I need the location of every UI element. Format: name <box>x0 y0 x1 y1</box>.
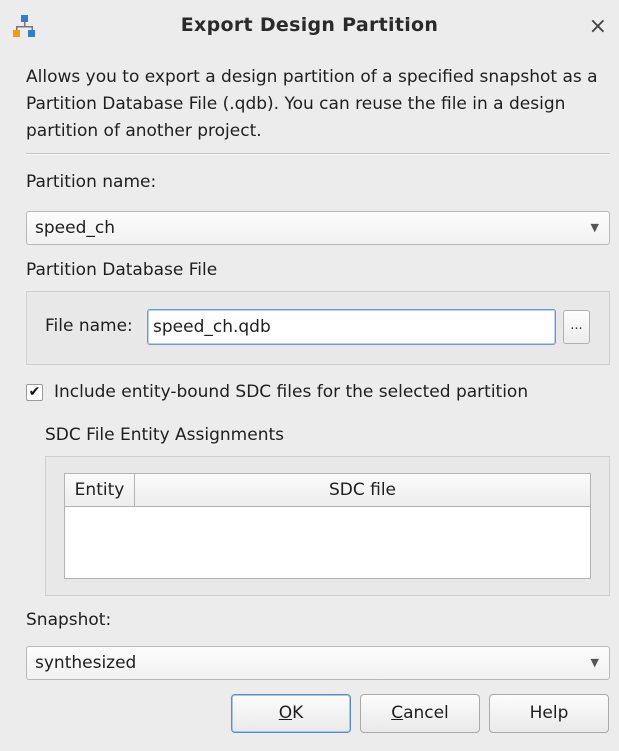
help-button[interactable]: Help <box>489 694 609 733</box>
partition-name-dropdown[interactable]: speed_ch ▼ <box>26 211 610 245</box>
ok-label-rest: K <box>292 703 304 723</box>
description-text: Allows you to export a design partition … <box>26 67 598 141</box>
separator <box>26 153 610 155</box>
partition-name-label: Partition name: <box>26 172 157 192</box>
snapshot-label: Snapshot: <box>26 610 112 630</box>
snapshot-value: synthesized <box>35 653 137 673</box>
column-header-entity[interactable]: Entity <box>65 474 135 506</box>
chevron-down-icon: ▼ <box>590 656 599 669</box>
cancel-mnemonic: C <box>391 703 404 723</box>
include-sdc-label[interactable]: Include entity-bound SDC files for the s… <box>54 382 528 402</box>
table-header: Entity SDC file <box>65 474 590 507</box>
chevron-down-icon: ▼ <box>590 221 599 234</box>
browse-button[interactable]: ... <box>563 310 590 344</box>
snapshot-dropdown[interactable]: synthesized ▼ <box>26 646 610 680</box>
cancel-button[interactable]: Cancel <box>360 694 480 733</box>
ok-button[interactable]: OK <box>231 694 351 733</box>
title-bar: Export Design Partition × <box>0 0 619 56</box>
include-sdc-checkbox[interactable]: ✔ <box>26 384 43 401</box>
column-header-sdc-file[interactable]: SDC file <box>135 474 590 506</box>
file-name-value: speed_ch.qdb <box>153 317 271 337</box>
file-name-input[interactable]: speed_ch.qdb <box>147 309 556 345</box>
close-icon[interactable]: × <box>589 16 607 38</box>
window-title: Export Design Partition <box>180 14 439 36</box>
database-file-group-label: Partition Database File <box>26 260 218 280</box>
cancel-label-rest: ancel <box>403 703 449 723</box>
ok-mnemonic: O <box>278 703 293 723</box>
sdc-assignments-label: SDC File Entity Assignments <box>45 425 284 445</box>
partition-name-value: speed_ch <box>35 218 115 238</box>
file-name-label: File name: <box>45 316 133 336</box>
sdc-assignments-table[interactable]: Entity SDC file <box>64 473 591 579</box>
